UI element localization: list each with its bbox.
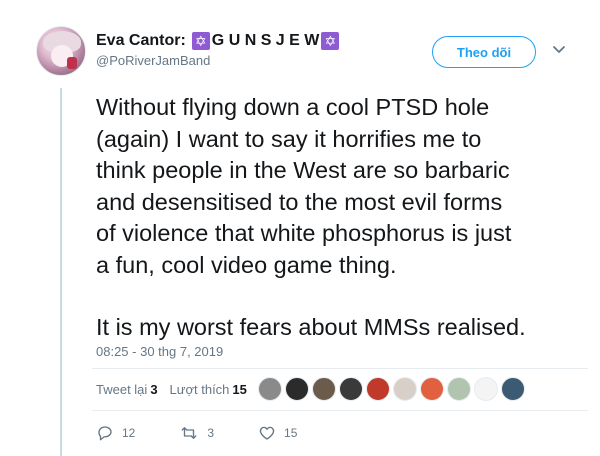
likes-label: Lượt thích [169,382,230,397]
avatar[interactable] [36,26,86,76]
liker-avatar[interactable] [339,377,363,401]
likes-count: 15 [232,382,247,397]
tweet-header: Eva Cantor: ✡ G U N S J E W ✡ @PoRiverJa… [96,32,341,68]
tweet-line: It is my worst fears about MMSs realised… [96,314,526,340]
liker-avatar[interactable] [258,377,282,401]
tweet-actions: 12 3 15 [96,424,341,442]
liker-avatar[interactable] [285,377,309,401]
tweet-line: (again) I want to say it horrifies me to [96,125,482,152]
author-name[interactable]: Eva Cantor: ✡ G U N S J E W ✡ [96,32,341,50]
liker-avatar[interactable] [501,377,525,401]
likes-stat[interactable]: Lượt thích 15 [170,382,247,397]
heart-icon [259,426,275,440]
timestamp[interactable]: 08:25 - 30 thg 7, 2019 [96,344,223,359]
author-name-middle: G U N S J E W [211,32,320,49]
tweet-line: a fun, cool video game thing. [96,251,397,278]
liker-avatar[interactable] [420,377,444,401]
follow-button[interactable]: Theo dõi [432,36,536,68]
liker-avatar[interactable] [393,377,417,401]
tweet-line: of violence that white phosphorus is jus… [96,220,512,246]
liker-avatar[interactable] [447,377,471,401]
reply-button[interactable]: 12 [96,424,135,442]
like-count: 15 [284,426,298,440]
like-button[interactable]: 15 [258,424,297,442]
chevron-down-icon[interactable] [552,42,566,56]
liker-avatar[interactable] [366,377,390,401]
retweets-label: Tweet lại [96,382,148,397]
author-name-prefix: Eva Cantor: [96,32,186,49]
thread-line [60,88,62,456]
liker-avatar[interactable] [474,377,498,401]
author-handle[interactable]: @PoRiverJamBand [96,53,341,68]
divider [92,368,588,369]
likers-avatars [258,377,528,401]
avatar-accent [67,57,77,69]
tweet-line: Without flying down a cool PTSD hole [96,94,490,120]
liker-avatar[interactable] [312,377,336,401]
star-of-david-icon: ✡ [191,32,210,50]
tweet-line: think people in the West are so barbaric [96,157,510,183]
retweet-icon [181,427,197,439]
reply-count: 12 [122,426,136,440]
retweet-button[interactable]: 3 [179,424,214,442]
tweet-stats: Tweet lại 3 Lượt thích 15 [96,382,247,397]
divider [92,410,588,411]
tweet-text: Without flying down a cool PTSD hole (ag… [96,92,586,344]
retweets-count: 3 [150,382,158,397]
retweets-stat[interactable]: Tweet lại 3 [96,382,158,397]
star-of-david-icon: ✡ [321,32,340,50]
tweet-line: and desensitised to the most evil forms [96,188,503,215]
retweet-count: 3 [207,426,215,440]
reply-icon [98,426,112,441]
